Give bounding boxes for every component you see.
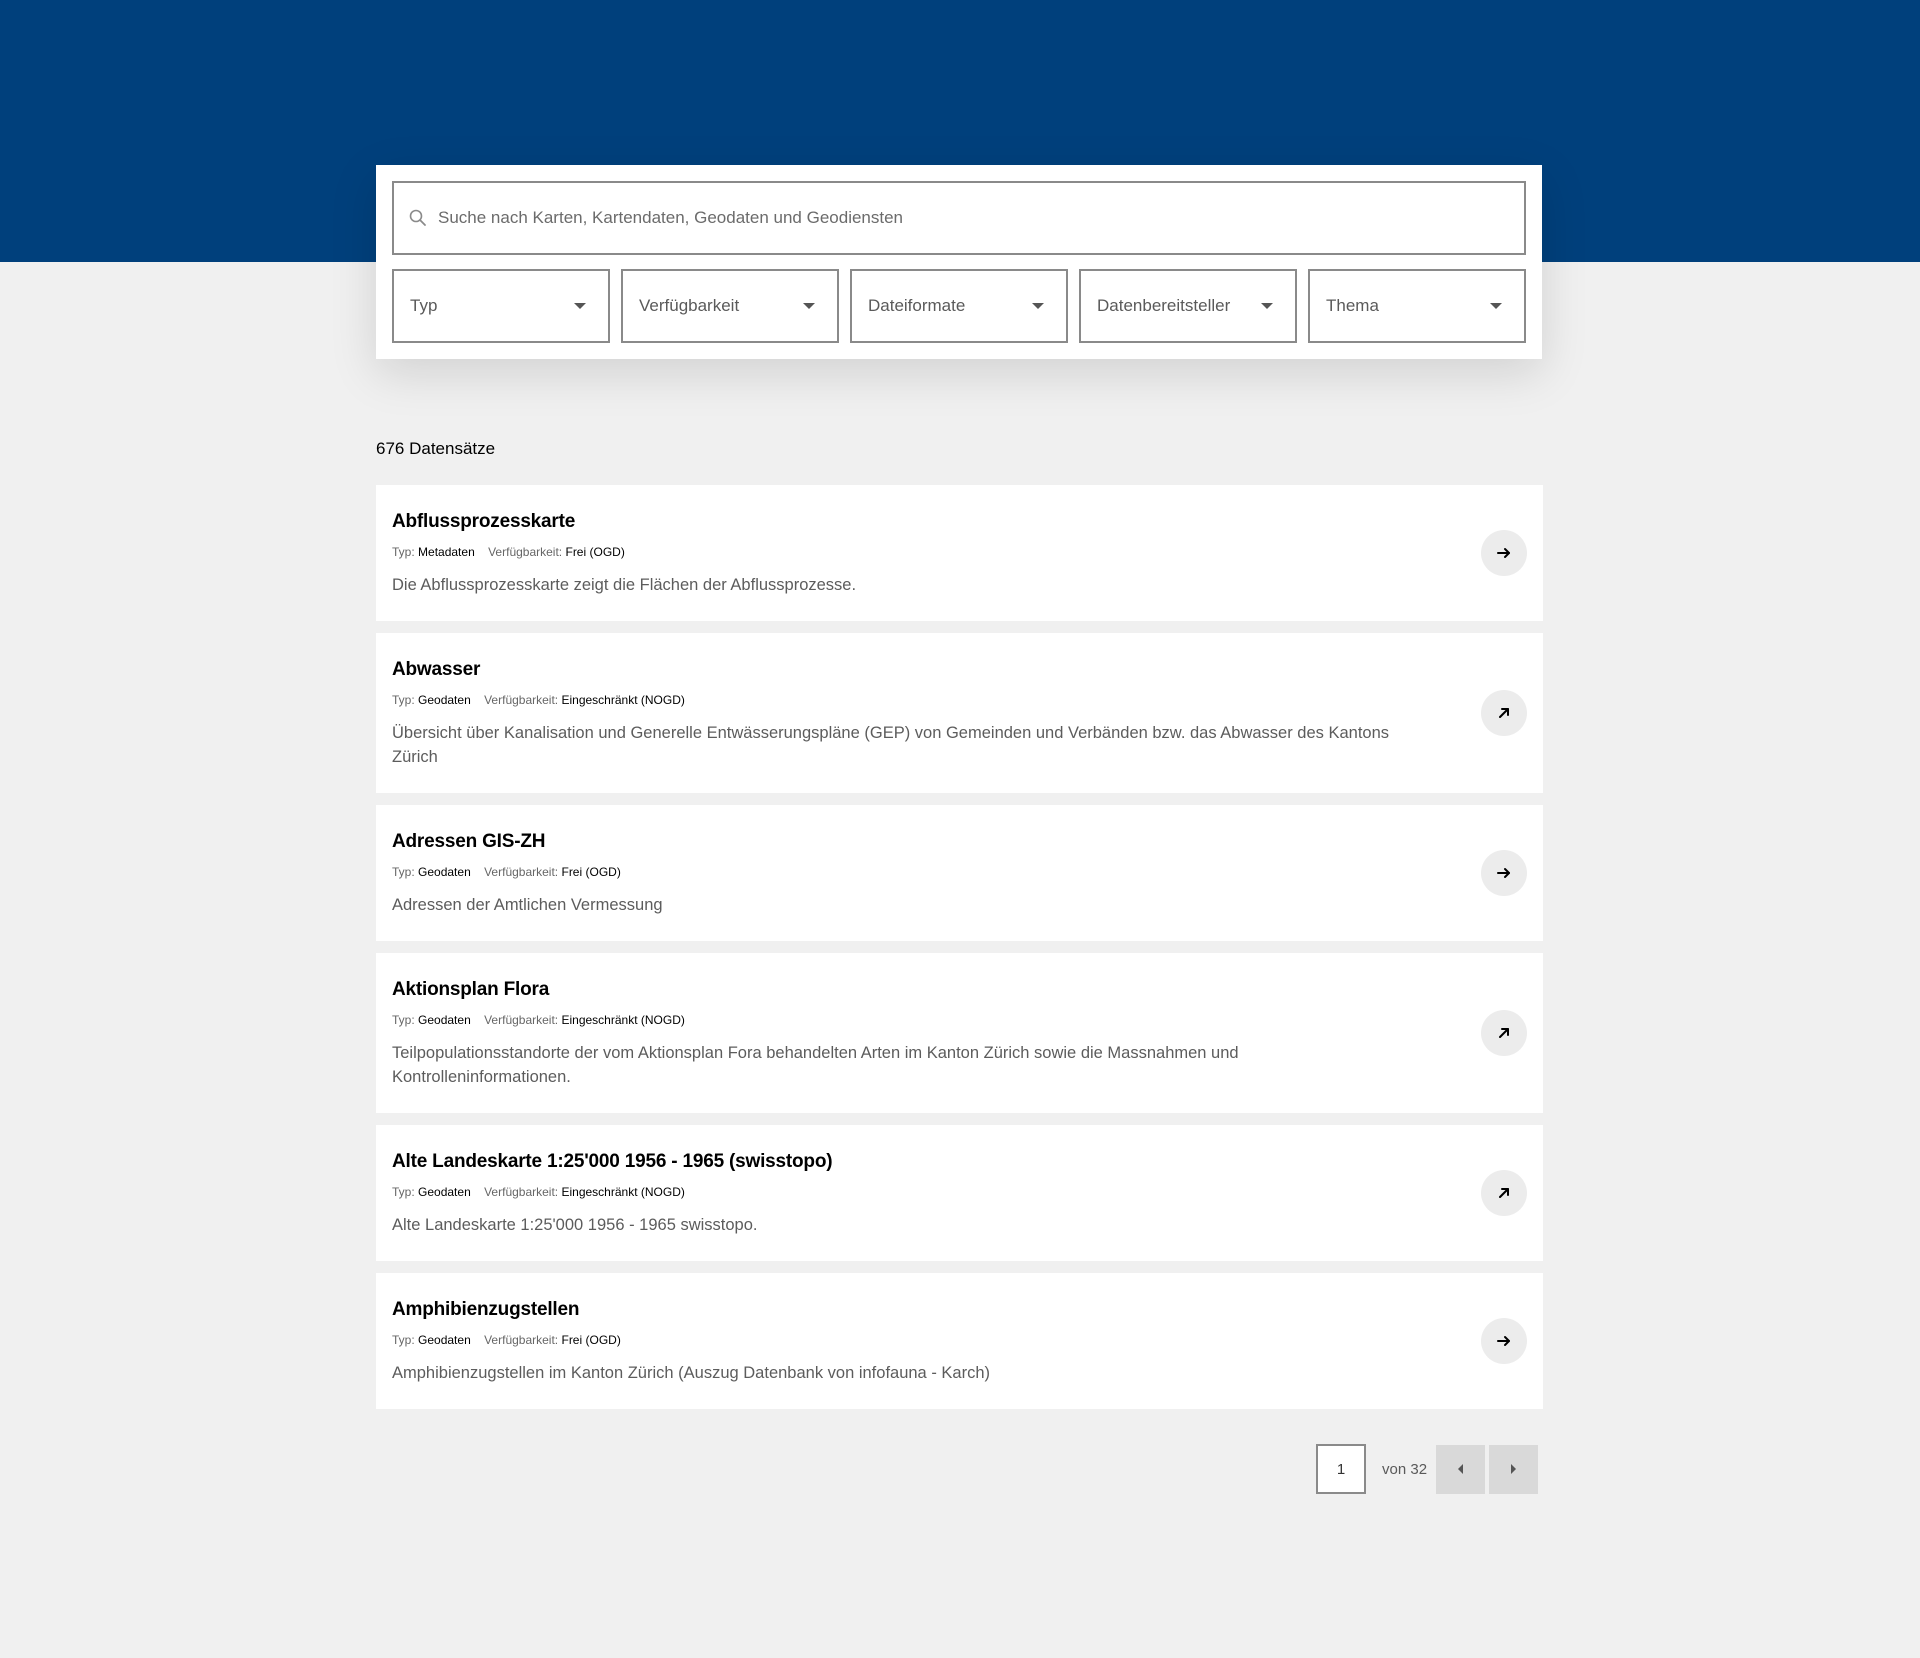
type-value: Geodaten bbox=[418, 865, 471, 879]
previous-page-button[interactable] bbox=[1436, 1444, 1485, 1494]
search-input[interactable] bbox=[438, 208, 1510, 228]
result-title: Adressen GIS-ZH bbox=[392, 831, 546, 852]
filter-topic-dropdown[interactable]: Thema bbox=[1308, 269, 1526, 343]
open-external-button[interactable] bbox=[1481, 690, 1527, 736]
type-value: Geodaten bbox=[418, 1185, 471, 1199]
availability-label: Verfügbarkeit: bbox=[488, 545, 563, 559]
arrow-up-right-icon bbox=[1499, 708, 1509, 718]
caret-down-icon bbox=[803, 303, 815, 309]
result-title: Aktionsplan Flora bbox=[392, 979, 550, 1000]
type-value: Geodaten bbox=[418, 1013, 471, 1027]
result-card[interactable]: Alte Landeskarte 1:25'000 1956 - 1965 (s… bbox=[376, 1125, 1543, 1261]
open-result-button[interactable] bbox=[1481, 530, 1527, 576]
type-label: Typ: bbox=[392, 1333, 415, 1347]
availability-value: Frei (OGD) bbox=[561, 1333, 621, 1347]
page-number-input[interactable] bbox=[1316, 1444, 1366, 1494]
availability-label: Verfügbarkeit: bbox=[484, 1013, 559, 1027]
result-card[interactable]: Adressen GIS-ZH Typ: Geodaten Verfügbark… bbox=[376, 805, 1543, 941]
open-result-button[interactable] bbox=[1481, 1318, 1527, 1364]
result-title: Abwasser bbox=[392, 659, 481, 680]
open-result-button[interactable] bbox=[1481, 850, 1527, 896]
result-meta: Typ: Geodaten Verfügbarkeit: Frei (OGD) bbox=[392, 865, 1403, 879]
results-count: 676 Datensätze bbox=[376, 439, 496, 458]
page-total: von 32 bbox=[1382, 1460, 1428, 1478]
open-external-button[interactable] bbox=[1481, 1010, 1527, 1056]
results-list: Abflussprozesskarte Typ: Metadaten Verfü… bbox=[376, 485, 1543, 1421]
filter-type-dropdown[interactable]: Typ bbox=[392, 269, 610, 343]
availability-label: Verfügbarkeit: bbox=[484, 1333, 559, 1347]
filter-provider-dropdown[interactable]: Datenbereitsteller bbox=[1079, 269, 1297, 343]
filter-fileformats-dropdown[interactable]: Dateiformate bbox=[850, 269, 1068, 343]
caret-right-icon bbox=[1511, 1464, 1516, 1474]
result-description: Amphibienzugstellen im Kanton Zürich (Au… bbox=[392, 1364, 990, 1382]
arrow-up-right-icon bbox=[1499, 1188, 1509, 1198]
result-meta: Typ: Geodaten Verfügbarkeit: Eingeschrän… bbox=[392, 693, 1403, 707]
filter-label: Typ bbox=[410, 296, 438, 315]
type-label: Typ: bbox=[392, 865, 415, 879]
arrow-right-icon bbox=[1497, 548, 1510, 558]
result-description: Teilpopulationsstandorte der vom Aktions… bbox=[392, 1044, 1239, 1086]
filter-label: Verfügbarkeit bbox=[639, 296, 740, 315]
result-description: Übersicht über Kanalisation und Generell… bbox=[392, 724, 1390, 766]
result-meta: Typ: Geodaten Verfügbarkeit: Frei (OGD) bbox=[392, 1333, 1403, 1347]
next-page-button[interactable] bbox=[1489, 1444, 1538, 1494]
filter-bar: Typ Verfügbarkeit Dateiformate Datenbere… bbox=[392, 269, 1526, 343]
result-description: Adressen der Amtlichen Vermessung bbox=[392, 896, 663, 914]
availability-label: Verfügbarkeit: bbox=[484, 693, 559, 707]
result-card[interactable]: Abwasser Typ: Geodaten Verfügbarkeit: Ei… bbox=[376, 633, 1543, 793]
search-panel: Typ Verfügbarkeit Dateiformate Datenbere… bbox=[376, 165, 1542, 359]
filter-label: Dateiformate bbox=[868, 296, 966, 315]
result-title: Amphibienzugstellen bbox=[392, 1299, 580, 1320]
pagination: von 32 bbox=[1316, 1444, 1538, 1494]
result-meta: Typ: Geodaten Verfügbarkeit: Eingeschrän… bbox=[392, 1013, 1403, 1027]
result-card[interactable]: Amphibienzugstellen Typ: Geodaten Verfüg… bbox=[376, 1273, 1543, 1409]
type-value: Metadaten bbox=[418, 545, 475, 559]
type-label: Typ: bbox=[392, 1185, 415, 1199]
result-title: Abflussprozesskarte bbox=[392, 511, 576, 532]
type-label: Typ: bbox=[392, 693, 415, 707]
arrow-right-icon bbox=[1497, 1336, 1510, 1346]
availability-value: Eingeschränkt (NOGD) bbox=[561, 1013, 685, 1027]
filter-availability-dropdown[interactable]: Verfügbarkeit bbox=[621, 269, 839, 343]
availability-value: Eingeschränkt (NOGD) bbox=[561, 1185, 685, 1199]
type-label: Typ: bbox=[392, 545, 415, 559]
caret-down-icon bbox=[574, 303, 586, 309]
result-meta: Typ: Metadaten Verfügbarkeit: Frei (OGD) bbox=[392, 545, 1403, 559]
availability-label: Verfügbarkeit: bbox=[484, 865, 559, 879]
type-value: Geodaten bbox=[418, 693, 471, 707]
availability-value: Frei (OGD) bbox=[561, 865, 621, 879]
search-icon bbox=[408, 208, 428, 228]
type-label: Typ: bbox=[392, 1013, 415, 1027]
result-card[interactable]: Aktionsplan Flora Typ: Geodaten Verfügba… bbox=[376, 953, 1543, 1113]
arrow-right-icon bbox=[1497, 868, 1510, 878]
filter-label: Datenbereitsteller bbox=[1097, 296, 1231, 315]
result-description: Alte Landeskarte 1:25'000 1956 - 1965 sw… bbox=[392, 1216, 758, 1234]
type-value: Geodaten bbox=[418, 1333, 471, 1347]
result-meta: Typ: Geodaten Verfügbarkeit: Eingeschrän… bbox=[392, 1185, 1403, 1199]
availability-label: Verfügbarkeit: bbox=[484, 1185, 559, 1199]
search-box[interactable] bbox=[392, 181, 1526, 255]
result-title: Alte Landeskarte 1:25'000 1956 - 1965 (s… bbox=[392, 1151, 833, 1172]
caret-down-icon bbox=[1261, 303, 1273, 309]
caret-left-icon bbox=[1458, 1464, 1463, 1474]
availability-value: Eingeschränkt (NOGD) bbox=[561, 693, 685, 707]
result-description: Die Abflussprozesskarte zeigt die Fläche… bbox=[392, 576, 857, 594]
caret-down-icon bbox=[1032, 303, 1044, 309]
arrow-up-right-icon bbox=[1499, 1028, 1509, 1038]
availability-value: Frei (OGD) bbox=[565, 545, 625, 559]
filter-label: Thema bbox=[1326, 296, 1379, 315]
result-card[interactable]: Abflussprozesskarte Typ: Metadaten Verfü… bbox=[376, 485, 1543, 621]
caret-down-icon bbox=[1490, 303, 1502, 309]
open-external-button[interactable] bbox=[1481, 1170, 1527, 1216]
